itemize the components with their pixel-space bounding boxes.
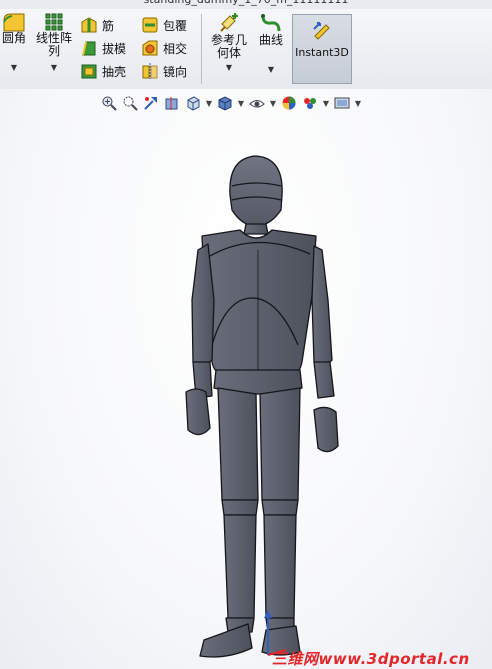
instant3d-label: Instant3D <box>295 46 349 59</box>
window-title: standing_dummy_1_70_m_11111111 <box>0 0 492 6</box>
mirror-button[interactable]: 镜向 <box>141 61 187 81</box>
wrap-label: 包覆 <box>163 18 188 33</box>
reference-geometry-icon <box>220 13 238 32</box>
mirror-label: 镜向 <box>163 64 188 79</box>
dummy-left-foot <box>199 623 253 658</box>
curves-dropdown-icon[interactable]: ▼ <box>268 65 274 74</box>
curves-button[interactable]: 曲线 ▼ <box>255 12 287 74</box>
shell-icon <box>81 64 97 79</box>
fillet-icon <box>3 13 25 32</box>
features-ribbon: 圆角 ▼ 线性阵列 ▼ 筋 拔模 抽壳 包覆 相交 镜向 参考几何体 ▼ 曲线 … <box>0 9 492 90</box>
instant3d-button[interactable]: Instant3D <box>292 14 352 84</box>
draft-button[interactable]: 拔模 <box>80 38 126 58</box>
linear-pattern-dropdown-icon[interactable]: ▼ <box>51 63 57 72</box>
mirror-icon <box>142 63 158 79</box>
reference-geometry-button[interactable]: 参考几何体 ▼ <box>207 12 251 72</box>
curves-icon <box>261 14 281 32</box>
rib-label: 筋 <box>102 18 115 33</box>
intersect-icon <box>142 40 158 56</box>
dummy-right-hand <box>313 406 339 453</box>
watermark-text: 三维网www.3dportal.cn <box>272 650 470 668</box>
dummy-head <box>229 155 283 227</box>
fillet-dropdown-icon[interactable]: ▼ <box>11 63 17 72</box>
reference-geometry-label: 参考几何体 <box>210 33 247 60</box>
intersect-button[interactable]: 相交 <box>141 38 187 58</box>
draft-icon <box>82 41 96 56</box>
rib-icon <box>81 17 97 33</box>
dummy-left-hand <box>185 388 211 436</box>
linear-pattern-icon <box>45 13 63 31</box>
curves-label: 曲线 <box>258 33 283 47</box>
shell-label: 抽壳 <box>102 64 127 79</box>
wrap-icon <box>142 17 158 33</box>
shell-button[interactable]: 抽壳 <box>80 61 126 81</box>
wrap-button[interactable]: 包覆 <box>141 15 187 35</box>
linear-pattern-label: 线性阵列 <box>35 31 72 58</box>
dummy-model[interactable] <box>0 89 492 669</box>
reference-geometry-dropdown-icon[interactable]: ▼ <box>226 63 232 72</box>
draft-label: 拔模 <box>102 41 127 56</box>
linear-pattern-button[interactable]: 线性阵列 ▼ <box>32 12 76 72</box>
ribbon-separator <box>201 14 202 84</box>
rib-button[interactable]: 筋 <box>80 15 114 35</box>
fillet-button[interactable]: 圆角 ▼ <box>0 12 28 72</box>
intersect-label: 相交 <box>163 41 188 56</box>
fillet-label: 圆角 <box>1 31 26 45</box>
instant3d-icon <box>313 22 330 40</box>
